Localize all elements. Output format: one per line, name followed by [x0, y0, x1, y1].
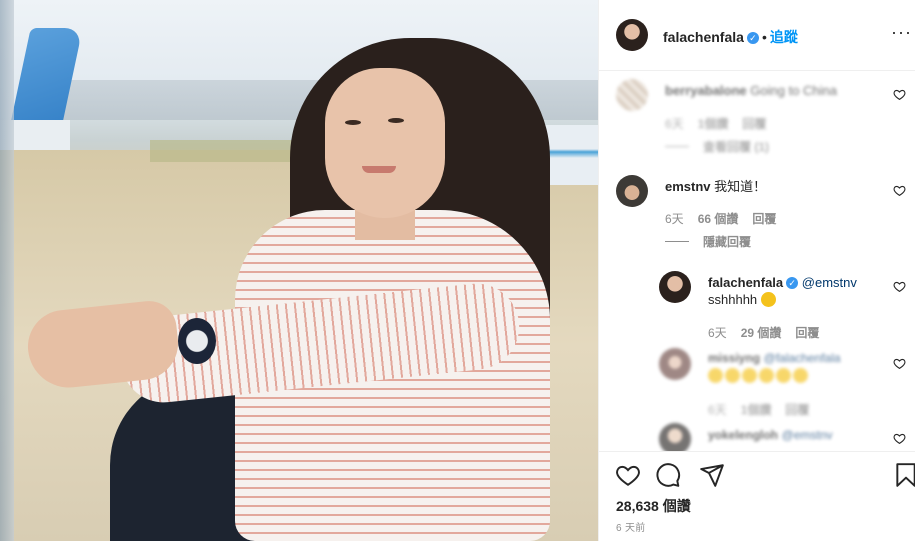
hide-replies[interactable]: 隱藏回覆 [665, 233, 751, 251]
post-side-panel: falachenfala ✓ • 追蹤 ··· berryabalone Going … [598, 0, 915, 541]
comment-likes[interactable]: 1個讚 [698, 117, 729, 131]
share-icon[interactable] [699, 462, 725, 488]
comment-body: emstnv 我知道！ [665, 178, 766, 195]
replies-line [665, 241, 689, 242]
comment-heart-icon[interactable] [893, 88, 907, 102]
emoji-icon [725, 368, 740, 383]
reply-mention[interactable]: @emstnv [802, 275, 857, 290]
reply-avatar[interactable] [659, 271, 691, 303]
likes-count[interactable]: 28,638 個讚 [616, 496, 691, 516]
reply-username[interactable]: missiyng [708, 351, 760, 365]
hushed-emoji-icon [760, 292, 776, 307]
hide-replies-label[interactable]: 隱藏回覆 [703, 235, 751, 249]
reply-mention[interactable]: @emstnv [782, 428, 833, 442]
photo-watch [178, 318, 216, 364]
reply-age: 6天 [708, 326, 727, 340]
reply-reply-button[interactable]: 回覆 [795, 326, 819, 340]
comment-reply-button[interactable]: 回覆 [742, 117, 766, 131]
reply-meta: 6天 1個讚 回覆 [708, 401, 823, 418]
verified-icon: ✓ [746, 32, 759, 44]
photo-face [325, 68, 445, 218]
reply-username[interactable]: falachenfala [708, 275, 783, 290]
reply-mention[interactable]: @falachenfala [764, 351, 841, 365]
reply-body: yokelengloh @emstnv [708, 426, 888, 444]
photo-mouth [362, 166, 396, 173]
post-header: falachenfala ✓ • 追蹤 ··· [599, 0, 915, 71]
photo-eye [388, 118, 404, 123]
reply-age: 6天 [708, 403, 727, 417]
reply-text: sshhhhh [708, 292, 758, 307]
replies-line [665, 146, 689, 147]
comments-list[interactable]: berryabalone Going to China 6天 1個讚 回覆 查看回覆… [599, 71, 915, 451]
commenter-avatar[interactable] [616, 79, 648, 111]
comment-heart-icon[interactable] [893, 184, 907, 198]
comment-username[interactable]: berryabalone [665, 83, 747, 98]
photo-eye [345, 120, 361, 125]
author-avatar[interactable] [616, 19, 648, 51]
emoji-icon [759, 368, 774, 383]
post-time[interactable]: 6 天前 [616, 519, 646, 534]
comment-likes[interactable]: 66 個讚 [698, 212, 739, 226]
post-photo[interactable] [0, 0, 598, 541]
reply-username[interactable]: yokelengloh [708, 428, 778, 442]
reply-heart-icon[interactable] [893, 357, 907, 371]
comment-text: 我知道！ [714, 179, 767, 194]
photo-window-frame [0, 0, 14, 541]
view-replies[interactable]: 查看回覆 (1) [665, 138, 769, 156]
heart-icon[interactable] [615, 462, 641, 488]
comment-icon[interactable] [655, 462, 681, 488]
reply-heart-icon[interactable] [893, 432, 907, 446]
emoji-icon [776, 368, 791, 383]
comment-meta: 6天 1個讚 回覆 [665, 115, 780, 132]
verified-icon: ✓ [786, 277, 799, 289]
emoji-icon [793, 368, 808, 383]
reply-avatar[interactable] [659, 348, 691, 380]
reply-likes[interactable]: 29 個讚 [741, 326, 782, 340]
reply-reply-button[interactable]: 回覆 [785, 403, 809, 417]
comment-age: 6天 [665, 117, 684, 131]
comment-meta: 6天 66 個讚 回覆 [665, 210, 790, 227]
reply-heart-icon[interactable] [893, 280, 907, 294]
bookmark-icon[interactable] [893, 462, 915, 488]
comment-username[interactable]: emstnv [665, 179, 711, 194]
reply-body: missiyng @falachenfala [708, 349, 888, 384]
author-line: falachenfala ✓ • 追蹤 [663, 27, 798, 47]
view-replies-label[interactable]: 查看回覆 (1) [703, 140, 769, 154]
reply-avatar[interactable] [659, 423, 691, 451]
emoji-icon [742, 368, 757, 383]
commenter-avatar[interactable] [616, 175, 648, 207]
comment-body: berryabalone Going to China [665, 82, 837, 99]
reply-likes[interactable]: 1個讚 [741, 403, 772, 417]
reply-meta: 6天 29 個讚 回覆 [708, 324, 833, 341]
follow-button[interactable]: 追蹤 [770, 29, 798, 45]
separator-dot: • [761, 29, 767, 45]
comment-age: 6天 [665, 212, 684, 226]
comment-reply-button[interactable]: 回覆 [752, 212, 776, 226]
comment-text: Going to China [750, 83, 838, 98]
author-username[interactable]: falachenfala [663, 29, 744, 45]
reply-body: falachenfala ✓ @emstnv sshhhhh [708, 274, 888, 308]
more-icon[interactable]: ··· [891, 22, 912, 43]
emoji-icon [708, 368, 723, 383]
